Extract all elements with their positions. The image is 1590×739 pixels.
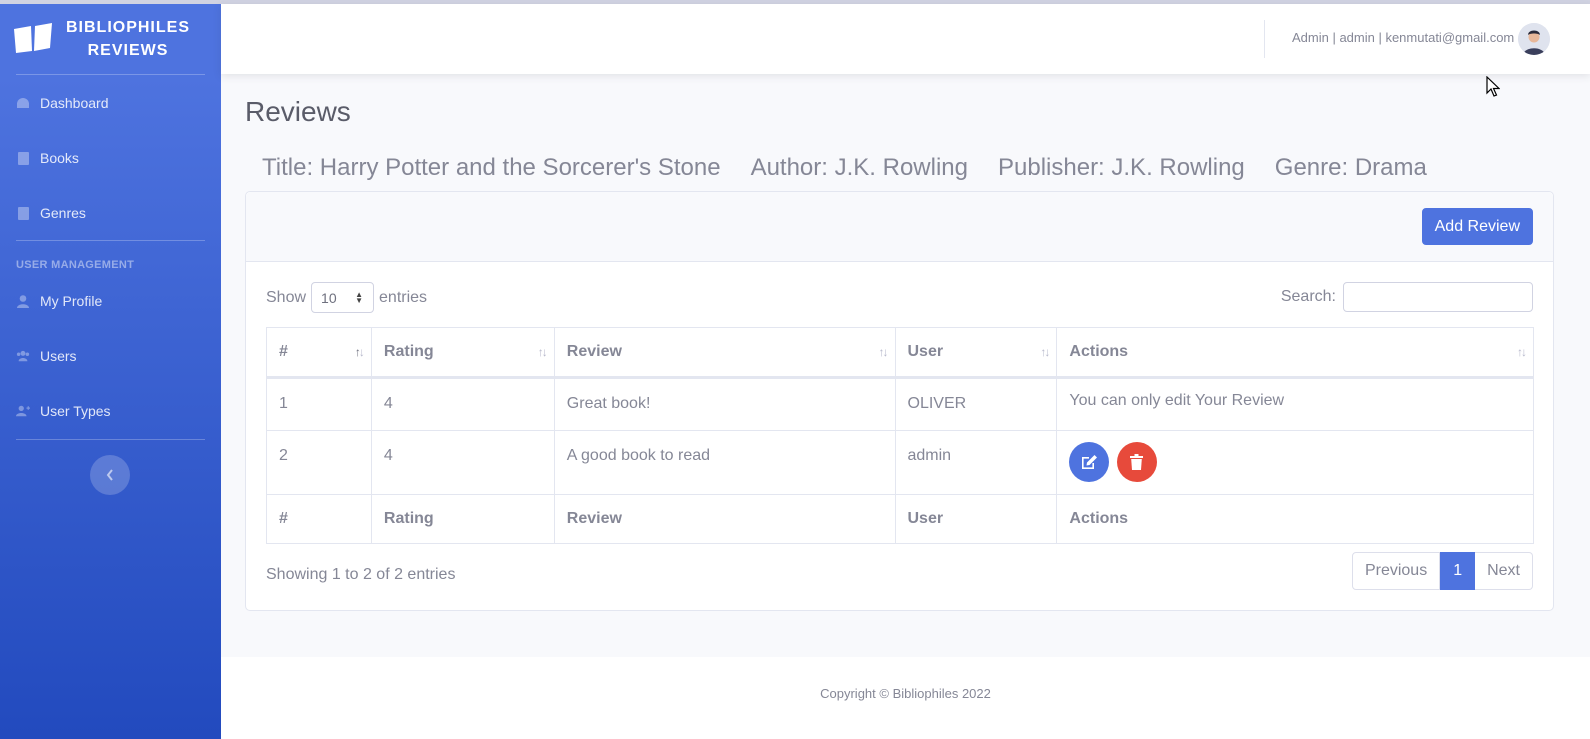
search-label: Search: <box>1280 288 1336 305</box>
cell-rating: 4 <box>370 377 555 431</box>
copyright-text: Copyright © Bibliophiles 2022 <box>820 686 991 701</box>
sidebar-item-genres[interactable]: Genres <box>0 193 221 233</box>
cell-actions-note: You can only edit Your Review <box>1056 377 1534 431</box>
sidebar-item-books[interactable]: Books <box>0 138 221 178</box>
sidebar-item-label: Users <box>40 348 77 364</box>
entries-length-control: Show 10 ▲ ▼ entries <box>266 282 427 313</box>
table-row: 2 4 A good book to read admin <box>266 430 1534 495</box>
sidebar-item-my-profile[interactable]: My Profile <box>0 281 221 321</box>
table-search: Search: <box>1281 282 1533 312</box>
cell-user: admin <box>894 430 1058 495</box>
pagination: Previous 1 Next <box>1351 552 1533 590</box>
cell-number: 2 <box>266 430 372 495</box>
cell-review: Great book! <box>553 377 896 431</box>
brand[interactable]: BIBLIOPHILES REVIEWS <box>0 4 221 74</box>
card-header: Add Review <box>246 192 1553 262</box>
column-header-rating[interactable]: Rating ↑↓ <box>370 327 555 379</box>
brand-line2: REVIEWS <box>87 42 169 59</box>
sidebar-item-dashboard[interactable]: Dashboard <box>0 83 221 123</box>
table-info: Showing 1 to 2 of 2 entries <box>266 566 456 583</box>
footer-col-rating: Rating <box>370 494 555 544</box>
user-info[interactable]: Admin | admin | kenmutati@gmail.com <box>1292 30 1514 45</box>
edit-review-button[interactable] <box>1069 442 1110 482</box>
book-info: Title: Harry Potter and the Sorcerer's S… <box>262 154 1427 182</box>
users-icon <box>16 349 30 363</box>
sidebar-divider <box>16 74 205 75</box>
show-label: Show <box>266 288 307 306</box>
pagination-next[interactable]: Next <box>1475 552 1533 590</box>
footer-col-user: User <box>894 494 1058 544</box>
cell-actions <box>1056 430 1534 495</box>
topbar: Admin | admin | kenmutati@gmail.com <box>221 4 1590 74</box>
sort-icon: ↑↓ <box>537 345 548 359</box>
table-row: 1 4 Great book! OLIVER You can only edit… <box>266 377 1534 431</box>
chevron-left-icon <box>106 469 113 481</box>
column-header-user[interactable]: User ↑↓ <box>894 327 1058 379</box>
footer: Copyright © Bibliophiles 2022 <box>221 657 1590 739</box>
sidebar-divider <box>16 439 205 440</box>
reviews-table: # ↑↓ Rating ↑↓ Review ↑↓ User ↑↓ Actions ↑↓ 1… <box>266 327 1534 544</box>
edit-icon <box>1082 455 1098 469</box>
sidebar-item-label: Books <box>40 150 79 166</box>
book-genre: Genre: Drama <box>1274 154 1427 181</box>
reviews-card: Add Review Show 10 ▲ ▼ entries Search: # ↑… <box>245 191 1554 611</box>
select-caret-icon: ▲ ▼ <box>355 290 364 305</box>
pagination-page-1[interactable]: 1 <box>1440 552 1476 590</box>
cell-review: A good book to read <box>553 430 896 495</box>
add-review-button[interactable]: Add Review <box>1421 208 1533 245</box>
sort-icon: ↑↓ <box>354 345 365 359</box>
footer-col-review: Review <box>553 494 896 544</box>
entries-select[interactable]: 10 ▲ ▼ <box>311 282 375 313</box>
address-book-icon <box>16 206 30 220</box>
column-header-number[interactable]: # ↑↓ <box>266 327 372 379</box>
book-title: Title: Harry Potter and the Sorcerer's S… <box>262 154 721 181</box>
footer-col-actions: Actions <box>1056 494 1534 544</box>
user-plus-icon <box>16 404 30 418</box>
column-header-actions[interactable]: Actions ↑↓ <box>1056 327 1534 379</box>
sidebar-toggle-button[interactable] <box>90 455 130 495</box>
page-title: Reviews <box>245 96 351 127</box>
entries-select-value: 10 <box>321 289 337 306</box>
footer-col-number: # <box>266 494 372 544</box>
mouse-cursor-icon <box>1486 76 1500 97</box>
sort-icon: ↑↓ <box>1517 345 1527 359</box>
sidebar-item-user-types[interactable]: User Types <box>0 391 221 431</box>
cell-user: OLIVER <box>894 377 1058 431</box>
cell-rating: 4 <box>370 430 555 495</box>
table-footer-row: # Rating Review User Actions <box>266 494 1534 544</box>
sidebar: BIBLIOPHILES REVIEWS Dashboard Books Gen… <box>0 4 221 739</box>
brand-line1: BIBLIOPHILES <box>65 19 190 36</box>
topbar-divider <box>1264 20 1265 58</box>
tachometer-icon <box>16 96 30 110</box>
search-input[interactable] <box>1343 282 1533 312</box>
sort-icon: ↑↓ <box>1040 345 1050 359</box>
cell-number: 1 <box>266 377 372 431</box>
column-header-review[interactable]: Review ↑↓ <box>553 327 896 379</box>
table-header-row: # ↑↓ Rating ↑↓ Review ↑↓ User ↑↓ Actions ↑↓ <box>266 327 1534 379</box>
sidebar-heading: USER MANAGEMENT <box>16 259 135 271</box>
user-avatar-icon <box>1518 23 1550 55</box>
user-icon <box>16 294 30 308</box>
sidebar-item-label: User Types <box>40 403 111 419</box>
sidebar-item-label: My Profile <box>40 293 103 309</box>
book-icon <box>16 151 30 165</box>
sidebar-item-users[interactable]: Users <box>0 336 221 376</box>
book-publisher: Publisher: J.K. Rowling <box>998 154 1245 181</box>
brand-text: BIBLIOPHILES REVIEWS <box>58 16 198 62</box>
entries-label: entries <box>379 288 428 306</box>
avatar[interactable] <box>1518 23 1550 55</box>
book-author: Author: J.K. Rowling <box>750 154 968 181</box>
sidebar-divider <box>16 240 205 241</box>
sidebar-item-label: Genres <box>40 205 86 221</box>
open-book-icon <box>14 23 52 53</box>
pagination-previous[interactable]: Previous <box>1351 552 1441 590</box>
delete-review-button[interactable] <box>1116 442 1157 482</box>
sidebar-item-label: Dashboard <box>40 95 109 111</box>
trash-icon <box>1130 454 1144 470</box>
sort-icon: ↑↓ <box>878 345 889 359</box>
